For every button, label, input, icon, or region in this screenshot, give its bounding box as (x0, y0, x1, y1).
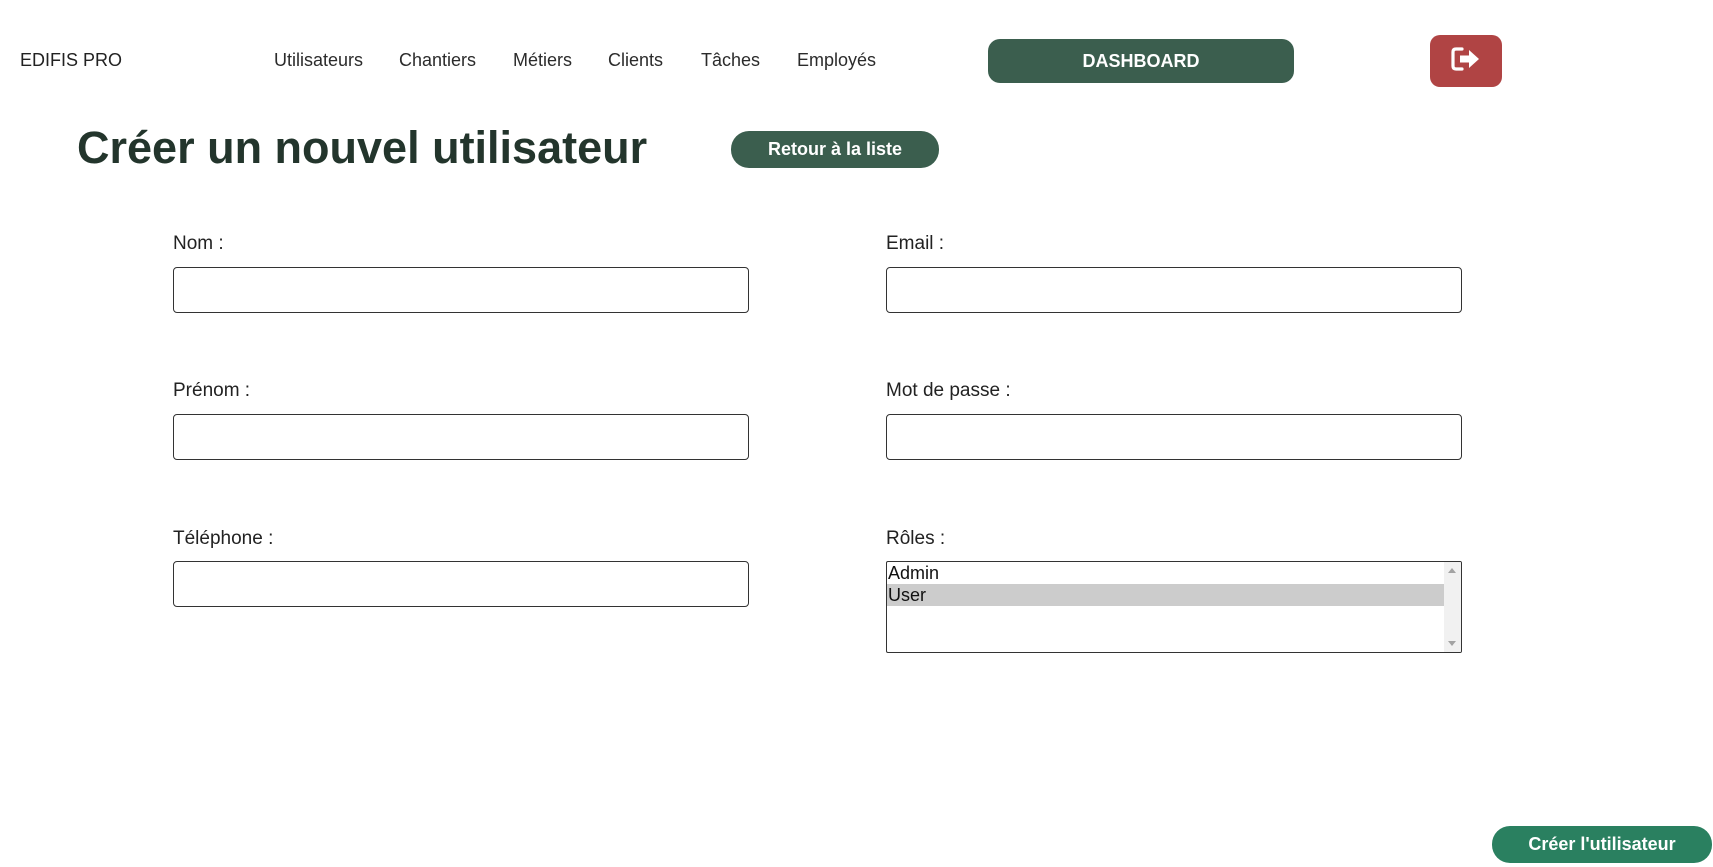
brand-logo[interactable]: EDIFIS PRO (20, 50, 122, 71)
nom-input[interactable] (173, 267, 749, 313)
nav-item-utilisateurs[interactable]: Utilisateurs (274, 50, 363, 71)
nav-item-chantiers[interactable]: Chantiers (399, 50, 476, 71)
email-label: Email : (886, 233, 945, 254)
nav-item-metiers[interactable]: Métiers (513, 50, 572, 71)
sign-out-icon (1451, 46, 1481, 77)
roles-scrollbar[interactable] (1444, 562, 1461, 652)
create-user-button[interactable]: Créer l'utilisateur (1492, 826, 1712, 863)
page-root: EDIFIS PRO Utilisateurs Chantiers Métier… (0, 0, 1713, 867)
logout-button[interactable] (1430, 35, 1502, 87)
back-to-list-button[interactable]: Retour à la liste (731, 131, 939, 168)
prenom-label: Prénom : (173, 380, 251, 401)
dashboard-button[interactable]: DASHBOARD (988, 39, 1294, 83)
password-label: Mot de passe : (886, 380, 1011, 401)
nav-item-taches[interactable]: Tâches (701, 50, 760, 71)
scroll-up-arrow-icon[interactable] (1448, 568, 1456, 573)
nav-item-employes[interactable]: Employés (797, 50, 876, 71)
page-title: Créer un nouvel utilisateur (77, 122, 648, 173)
password-input[interactable] (886, 414, 1462, 460)
prenom-input[interactable] (173, 414, 749, 460)
roles-select[interactable]: Admin User (886, 561, 1462, 653)
role-option-admin[interactable]: Admin (887, 562, 1445, 584)
role-option-user[interactable]: User (887, 584, 1445, 606)
nom-label: Nom : (173, 233, 224, 254)
roles-label: Rôles : (886, 528, 946, 549)
telephone-input[interactable] (173, 561, 749, 607)
telephone-label: Téléphone : (173, 528, 274, 549)
email-input[interactable] (886, 267, 1462, 313)
scroll-down-arrow-icon[interactable] (1448, 641, 1456, 646)
nav-item-clients[interactable]: Clients (608, 50, 663, 71)
